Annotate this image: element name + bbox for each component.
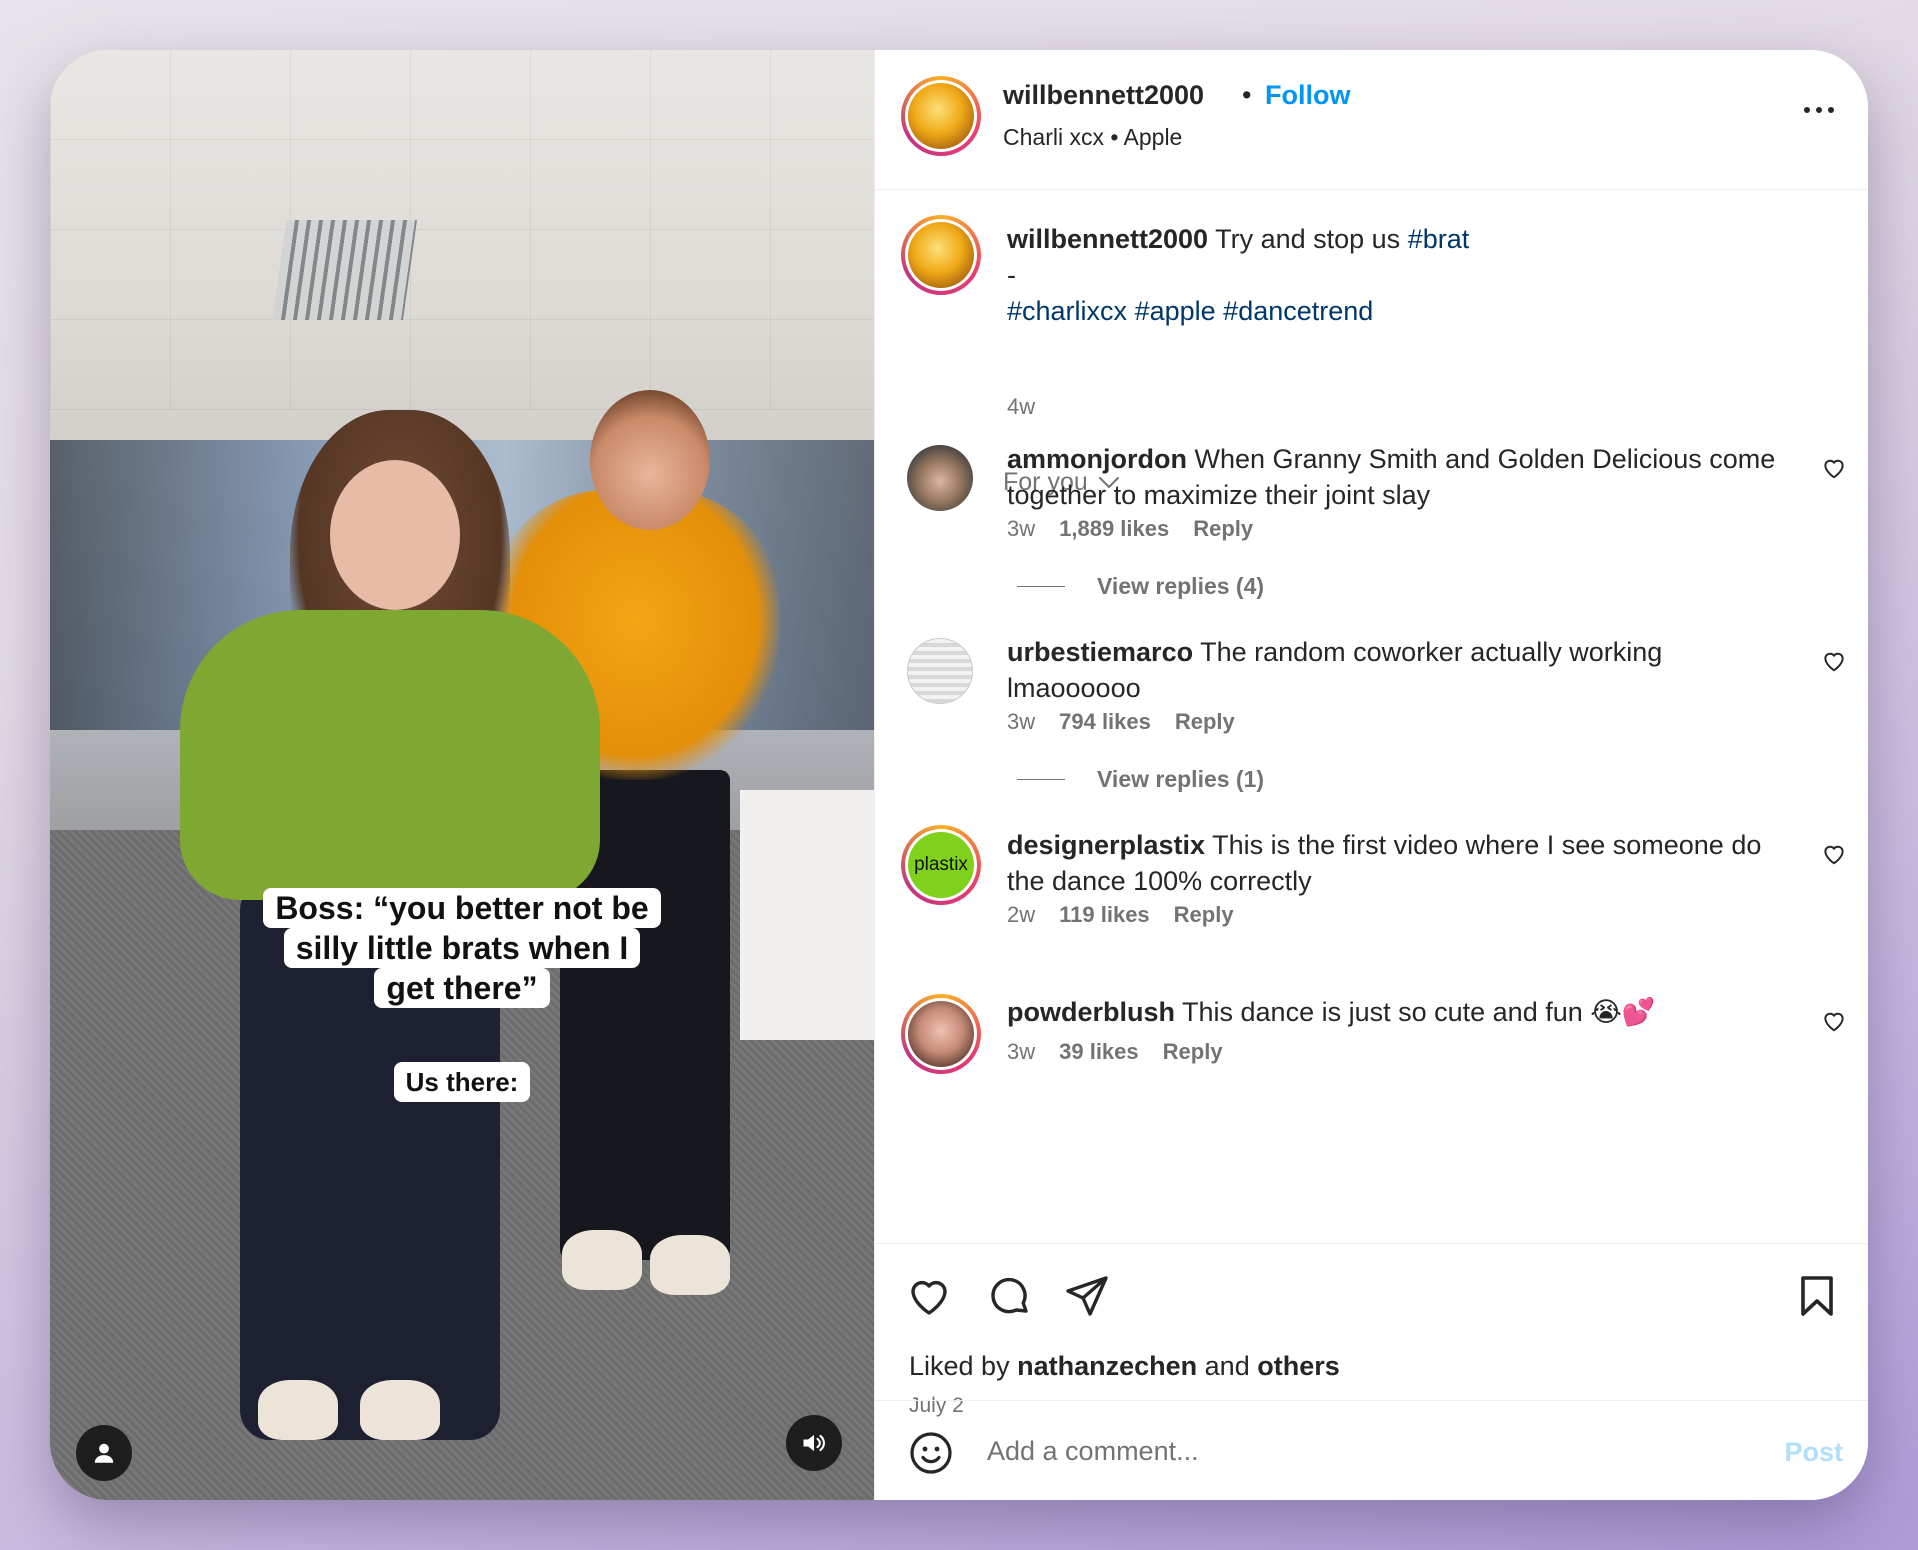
post-comment-button[interactable]: Post (1784, 1437, 1843, 1468)
video-text-overlay: Boss: “you better not be silly little br… (50, 888, 874, 1008)
liked-by-text: Liked by nathanzechen and others (909, 1351, 1340, 1382)
commenter-username[interactable]: ammonjordon (1007, 444, 1187, 474)
comment-body: powderblush This dance is just so cute a… (1007, 994, 1777, 1030)
comment-input[interactable] (987, 1429, 1727, 1473)
comment-meta: 2w 119 likes Reply (1007, 902, 1234, 928)
person-icon (94, 1443, 114, 1463)
comment-time[interactable]: 2w (1007, 902, 1035, 928)
shoe (258, 1380, 338, 1440)
liked-by-others[interactable]: others (1257, 1351, 1340, 1381)
hashtag-link[interactable]: #brat (1408, 224, 1470, 254)
commenter-avatar[interactable] (901, 994, 981, 1074)
ceiling (50, 50, 874, 410)
commenter-avatar[interactable] (907, 638, 973, 704)
comment-bubble-icon[interactable] (985, 1272, 1033, 1320)
audio-toggle-button[interactable] (786, 1415, 842, 1471)
post-details-panel: willbennett2000 • Follow Charli xcx • Ap… (874, 50, 1868, 1500)
comment-body: urbestiemarco The random coworker actual… (1007, 634, 1777, 706)
comment-time[interactable]: 3w (1007, 516, 1035, 542)
view-replies-label: View replies (4) (1097, 573, 1265, 599)
heart-icon[interactable] (1821, 841, 1847, 867)
view-replies-label: View replies (1) (1097, 766, 1265, 792)
comment-likes[interactable]: 794 likes (1059, 709, 1151, 735)
comment-meta: 3w 1,889 likes Reply (1007, 516, 1253, 542)
commenter-avatar[interactable]: plastix (901, 825, 981, 905)
bookmark-icon[interactable] (1793, 1272, 1841, 1320)
hashtag-link[interactable]: #dancetrend (1223, 296, 1373, 326)
reply-button[interactable]: Reply (1174, 902, 1234, 928)
caption-text: Try and stop us (1215, 224, 1401, 254)
comment-likes[interactable]: 1,889 likes (1059, 516, 1169, 542)
liked-by-and: and (1204, 1351, 1250, 1381)
dancer-yellow-head (590, 390, 710, 530)
view-replies-button[interactable]: View replies (4) (1017, 573, 1264, 600)
heart-icon[interactable] (1821, 1008, 1847, 1034)
follow-button[interactable]: Follow (1265, 80, 1350, 111)
author-username[interactable]: willbennett2000 (1003, 80, 1204, 111)
overlay-line: Boss: “you better not be (263, 888, 661, 928)
ceiling-vent (272, 220, 418, 320)
more-options-button[interactable] (1799, 100, 1839, 120)
like-heart-icon[interactable] (905, 1272, 953, 1320)
heart-icon[interactable] (1821, 648, 1847, 674)
commenter-avatar[interactable] (907, 445, 973, 511)
comment-meta: 3w 794 likes Reply (1007, 709, 1235, 735)
hashtag-link[interactable]: #charlixcx (1007, 296, 1127, 326)
more-icon (1804, 107, 1810, 113)
instagram-post-window: Boss: “you better not be silly little br… (50, 50, 1868, 1500)
reply-button[interactable]: Reply (1193, 516, 1253, 542)
author-avatar[interactable] (901, 76, 981, 156)
shoe (360, 1380, 440, 1440)
caption-username[interactable]: willbennett2000 (1007, 224, 1208, 254)
dancer-green-face (330, 460, 460, 610)
reply-button[interactable]: Reply (1175, 709, 1235, 735)
comments-scroll-area[interactable]: willbennett2000 Try and stop us #brat - … (875, 191, 1868, 1243)
dancer-green-sweater (180, 610, 600, 900)
liked-by-prefix: Liked by (909, 1351, 1010, 1381)
comment-composer: Post (875, 1400, 1868, 1500)
commenter-username[interactable]: powderblush (1007, 997, 1175, 1027)
overlay-line: get there” (374, 968, 550, 1008)
caption-dash: - (1007, 260, 1016, 290)
speaker-icon (803, 1434, 825, 1452)
caption-author-avatar[interactable] (901, 215, 981, 295)
comment-likes[interactable]: 39 likes (1059, 1039, 1139, 1065)
video-text-overlay-small: Us there: (50, 1062, 874, 1102)
reply-button[interactable]: Reply (1163, 1039, 1223, 1065)
shoe (650, 1235, 730, 1295)
hashtag-link[interactable]: #apple (1135, 296, 1216, 326)
share-paper-plane-icon[interactable] (1063, 1272, 1111, 1320)
comment-time[interactable]: 3w (1007, 1039, 1035, 1065)
post-header: willbennett2000 • Follow Charli xcx • Ap… (875, 50, 1868, 190)
commenter-username[interactable]: urbestiemarco (1007, 637, 1193, 667)
plastix-avatar-text: plastix (908, 832, 974, 898)
overlay-line: silly little brats when I (283, 928, 641, 968)
overlay-us-there: Us there: (393, 1062, 531, 1102)
heart-icon[interactable] (1821, 455, 1847, 481)
tagged-users-button[interactable] (76, 1425, 132, 1481)
post-video[interactable]: Boss: “you better not be silly little br… (50, 50, 874, 1500)
liked-by-user[interactable]: nathanzechen (1017, 1351, 1197, 1381)
emoji-smiley-icon[interactable] (907, 1429, 955, 1477)
shoe (562, 1230, 642, 1290)
audio-attribution[interactable]: Charli xcx • Apple (1003, 124, 1182, 151)
comment-time[interactable]: 3w (1007, 709, 1035, 735)
post-timestamp[interactable]: 4w (1007, 394, 1035, 420)
comment-likes[interactable]: 119 likes (1059, 902, 1150, 928)
post-caption: willbennett2000 Try and stop us #brat - … (1007, 221, 1807, 329)
separator-dot: • (1242, 80, 1252, 110)
commenter-username[interactable]: designerplastix (1007, 830, 1205, 860)
comment-body: designerplastix This is the first video … (1007, 827, 1777, 899)
comment-text: This dance is just so cute and fun 😭💕 (1182, 997, 1656, 1027)
view-replies-button[interactable]: View replies (1) (1017, 766, 1264, 793)
comment-meta: 3w 39 likes Reply (1007, 1039, 1223, 1065)
comment-body: ammonjordon When Granny Smith and Golden… (1007, 441, 1777, 513)
